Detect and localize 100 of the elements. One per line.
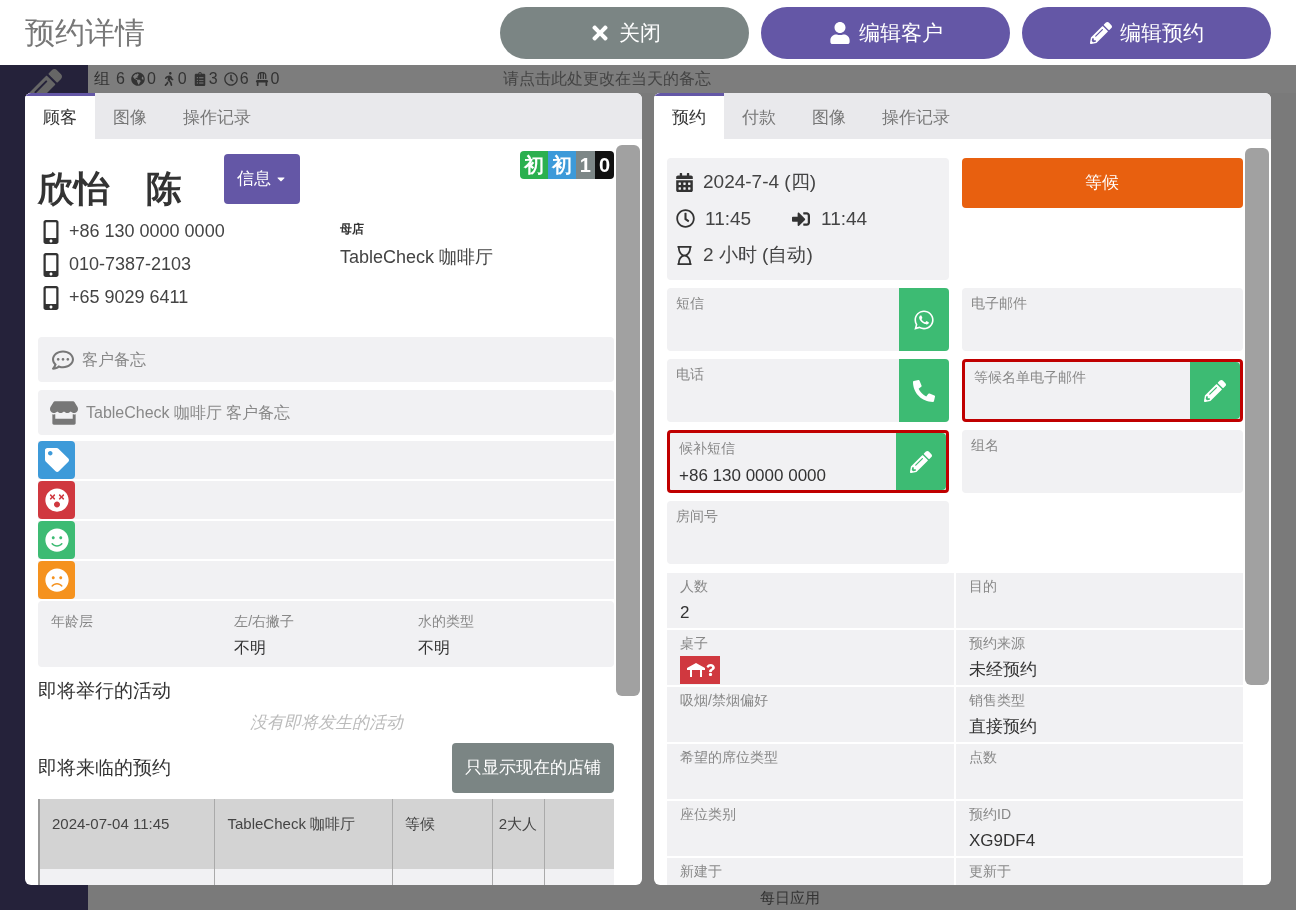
field-label: 吸烟/禁烟偏好	[680, 691, 769, 710]
contact-field[interactable]: 房间号	[667, 501, 949, 564]
note-field[interactable]: TableCheck 咖啡厅 客户备忘	[38, 390, 614, 435]
contact-field[interactable]: 等候名单电子邮件	[961, 359, 1243, 422]
section-title: 即将举行的活动	[38, 679, 172, 703]
field-label: 等候名单电子邮件	[973, 368, 1087, 387]
phone-number: 010-7387-2103	[69, 253, 192, 276]
contact-field[interactable]: 短信	[667, 288, 949, 351]
field-label: 预约ID	[969, 805, 1012, 824]
field-label: 短信	[676, 294, 705, 313]
tab[interactable]: 图像	[794, 93, 864, 139]
field-value: 未经预约	[969, 659, 1038, 681]
field-label: 候补短信	[679, 439, 736, 458]
status-button[interactable]: 等候	[961, 158, 1243, 208]
reservation-date: 2024-7-4 (四)	[703, 170, 816, 194]
home-store-label: 母店	[340, 221, 365, 238]
page-title: 预约详情	[25, 15, 146, 51]
stat-value: 6	[239, 69, 249, 89]
info-dropdown[interactable]: 信息	[224, 154, 300, 204]
stat-value: 3	[208, 69, 218, 89]
field-label: 预约来源	[969, 634, 1026, 653]
tag-row[interactable]	[38, 441, 614, 479]
field-value: 直接预约	[969, 716, 1038, 738]
call-button[interactable]	[898, 359, 949, 422]
visit-badge: 1	[575, 151, 595, 179]
close-button[interactable]: 关闭	[500, 6, 749, 59]
empty-message: 没有即将发生的活动	[249, 711, 403, 734]
field-label: 人数	[680, 577, 709, 596]
stat-value: 0	[177, 69, 187, 89]
edit-button[interactable]	[1190, 362, 1240, 419]
whatsapp-button[interactable]	[898, 288, 949, 351]
edit-button[interactable]: 编辑预约	[1022, 6, 1271, 59]
list-icon	[192, 72, 207, 86]
person-icon	[828, 21, 851, 44]
field-label: 目的	[969, 577, 998, 596]
globe-icon	[130, 72, 145, 86]
store-icon	[50, 400, 78, 425]
visit-badge: 初	[547, 151, 576, 179]
mobile-phone-icon	[43, 285, 59, 310]
field-value: 2	[680, 602, 691, 624]
contact-field[interactable]: 电子邮件	[961, 288, 1243, 351]
field-label: 新建于	[680, 862, 723, 881]
field-value: XG9DF4	[969, 830, 1037, 852]
contact-field[interactable]: 组名	[961, 430, 1243, 493]
stat-value: 0	[146, 69, 156, 89]
field-label: 更新于	[969, 862, 1012, 881]
field-label: 组名	[970, 436, 1000, 455]
table-cell	[544, 869, 614, 885]
date-time-card[interactable]: 2024-7-4 (四) 11:45 11:44 2 小时 (自动)	[667, 158, 949, 280]
tab[interactable]: 顾客	[25, 93, 95, 139]
attribute-label: 水的类型	[417, 612, 475, 631]
attribute-value: 不明	[417, 638, 451, 658]
stat-value: 0	[270, 69, 280, 89]
customer-name: 欣怡 陈	[38, 167, 182, 211]
duration: 2 小时 (自动)	[703, 243, 813, 267]
edit-button[interactable]	[895, 433, 946, 490]
tag-row[interactable]	[38, 561, 614, 599]
chair-icon	[254, 72, 269, 86]
field-label: 座位类别	[680, 805, 737, 824]
pencil-icon	[1089, 21, 1112, 44]
store-filter-button[interactable]: 只显示现在的店铺	[452, 743, 614, 793]
contact-field[interactable]: 候补短信 +86 130 0000 0000	[667, 430, 949, 493]
attribute-label: 左/右撇子	[234, 612, 296, 631]
tag-row[interactable]	[38, 521, 614, 559]
phone-icon	[912, 379, 935, 402]
hourglass-icon	[676, 245, 693, 265]
arrival-icon	[791, 209, 811, 228]
tab[interactable]: 图像	[95, 93, 165, 139]
attribute-value: 不明	[234, 638, 268, 658]
section-title: 即将来临的预约	[38, 755, 171, 780]
arrival-time: 11:44	[821, 206, 868, 231]
footer-label: 每日应用	[760, 889, 820, 907]
edit-button[interactable]: 编辑客户	[761, 6, 1010, 59]
stat-value: 组	[94, 69, 110, 89]
phone-number: +65 9029 6411	[69, 286, 189, 309]
tab[interactable]: 预约	[654, 93, 724, 139]
table-cell	[492, 869, 544, 885]
field-label: 电子邮件	[970, 294, 1028, 313]
contact-field[interactable]: 电话	[667, 359, 949, 422]
tag-row[interactable]	[38, 481, 614, 519]
speech-bubble-icon	[52, 348, 74, 371]
tab[interactable]: 操作记录	[165, 93, 269, 139]
unknown-table-icon	[680, 656, 720, 684]
start-time: 11:45	[705, 206, 753, 231]
phone-number: +86 130 0000 0000	[69, 220, 225, 243]
daily-memo[interactable]: 请点击此处更改在当天的备忘	[503, 69, 711, 89]
pencil-icon	[1204, 379, 1226, 402]
tab[interactable]: 付款	[724, 93, 794, 139]
visit-badge: 初	[519, 151, 548, 179]
clock-icon	[676, 209, 695, 229]
tab[interactable]: 操作记录	[864, 93, 968, 139]
mobile-phone-icon	[43, 252, 59, 277]
note-field[interactable]: 客户备忘	[38, 337, 614, 382]
stat-value: 6	[116, 69, 125, 89]
field-label: 销售类型	[969, 691, 1026, 710]
calendar-icon	[676, 172, 693, 192]
field-label: 希望的席位类型	[680, 748, 779, 767]
mobile-phone-icon	[43, 219, 59, 244]
field-label: 电话	[676, 365, 705, 384]
attribute-label: 年龄层	[51, 612, 94, 631]
